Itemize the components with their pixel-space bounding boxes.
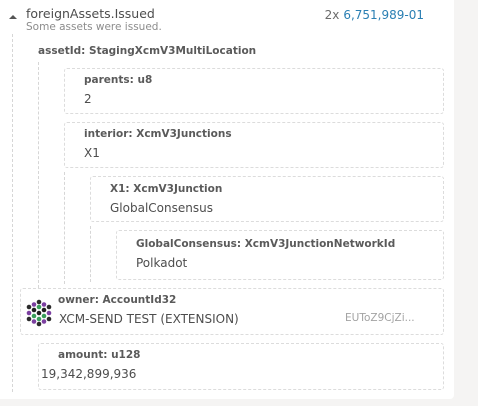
parents-field: parents: u8 2 [64, 68, 444, 114]
tree-line [12, 34, 13, 392]
amount-value: 19,342,899,936 [41, 367, 137, 381]
x1-value: GlobalConsensus [110, 201, 213, 215]
tree-line [38, 62, 39, 288]
amount-label: amount: u128 [58, 349, 141, 361]
owner-address[interactable]: EUToZ9CjZi... [345, 312, 415, 324]
event-title: foreignAssets.Issued [26, 6, 155, 21]
global-consensus-value: Polkadot [136, 256, 188, 270]
tree-line [90, 226, 91, 282]
event-count: 2x [324, 8, 340, 22]
event-description: Some assets were issued. [26, 21, 162, 33]
event-reference: 2x 6,751,989-01 [325, 8, 424, 22]
owner-account-name[interactable]: XCM-SEND TEST (EXTENSION) [59, 312, 239, 326]
x1-field: X1: XcmV3Junction GlobalConsensus [90, 176, 444, 222]
interior-field: interior: XcmV3Junctions X1 [64, 122, 444, 168]
event-card: foreignAssets.Issued Some assets were is… [0, 0, 454, 399]
global-consensus-label: GlobalConsensus: XcmV3JunctionNetworkId [136, 238, 396, 250]
parents-label: parents: u8 [84, 74, 153, 86]
owner-label: owner: AccountId32 [58, 294, 177, 306]
block-link[interactable]: 6,751,989-01 [343, 8, 424, 22]
page-background-strip [454, 0, 478, 406]
chevron-up-icon[interactable] [8, 13, 18, 21]
identicon-avatar[interactable] [24, 298, 54, 328]
interior-label: interior: XcmV3Junctions [84, 128, 232, 140]
asset-id-label: assetId: StagingXcmV3MultiLocation [38, 45, 257, 57]
owner-field: owner: AccountId32 XCM-SEND TEST (EXTENS… [20, 288, 444, 335]
parents-value: 2 [84, 92, 92, 106]
amount-field: amount: u128 19,342,899,936 [38, 343, 444, 390]
global-consensus-field: GlobalConsensus: XcmV3JunctionNetworkId … [116, 230, 444, 280]
interior-value: X1 [84, 146, 100, 160]
tree-line [64, 172, 65, 284]
x1-label: X1: XcmV3Junction [110, 183, 223, 195]
